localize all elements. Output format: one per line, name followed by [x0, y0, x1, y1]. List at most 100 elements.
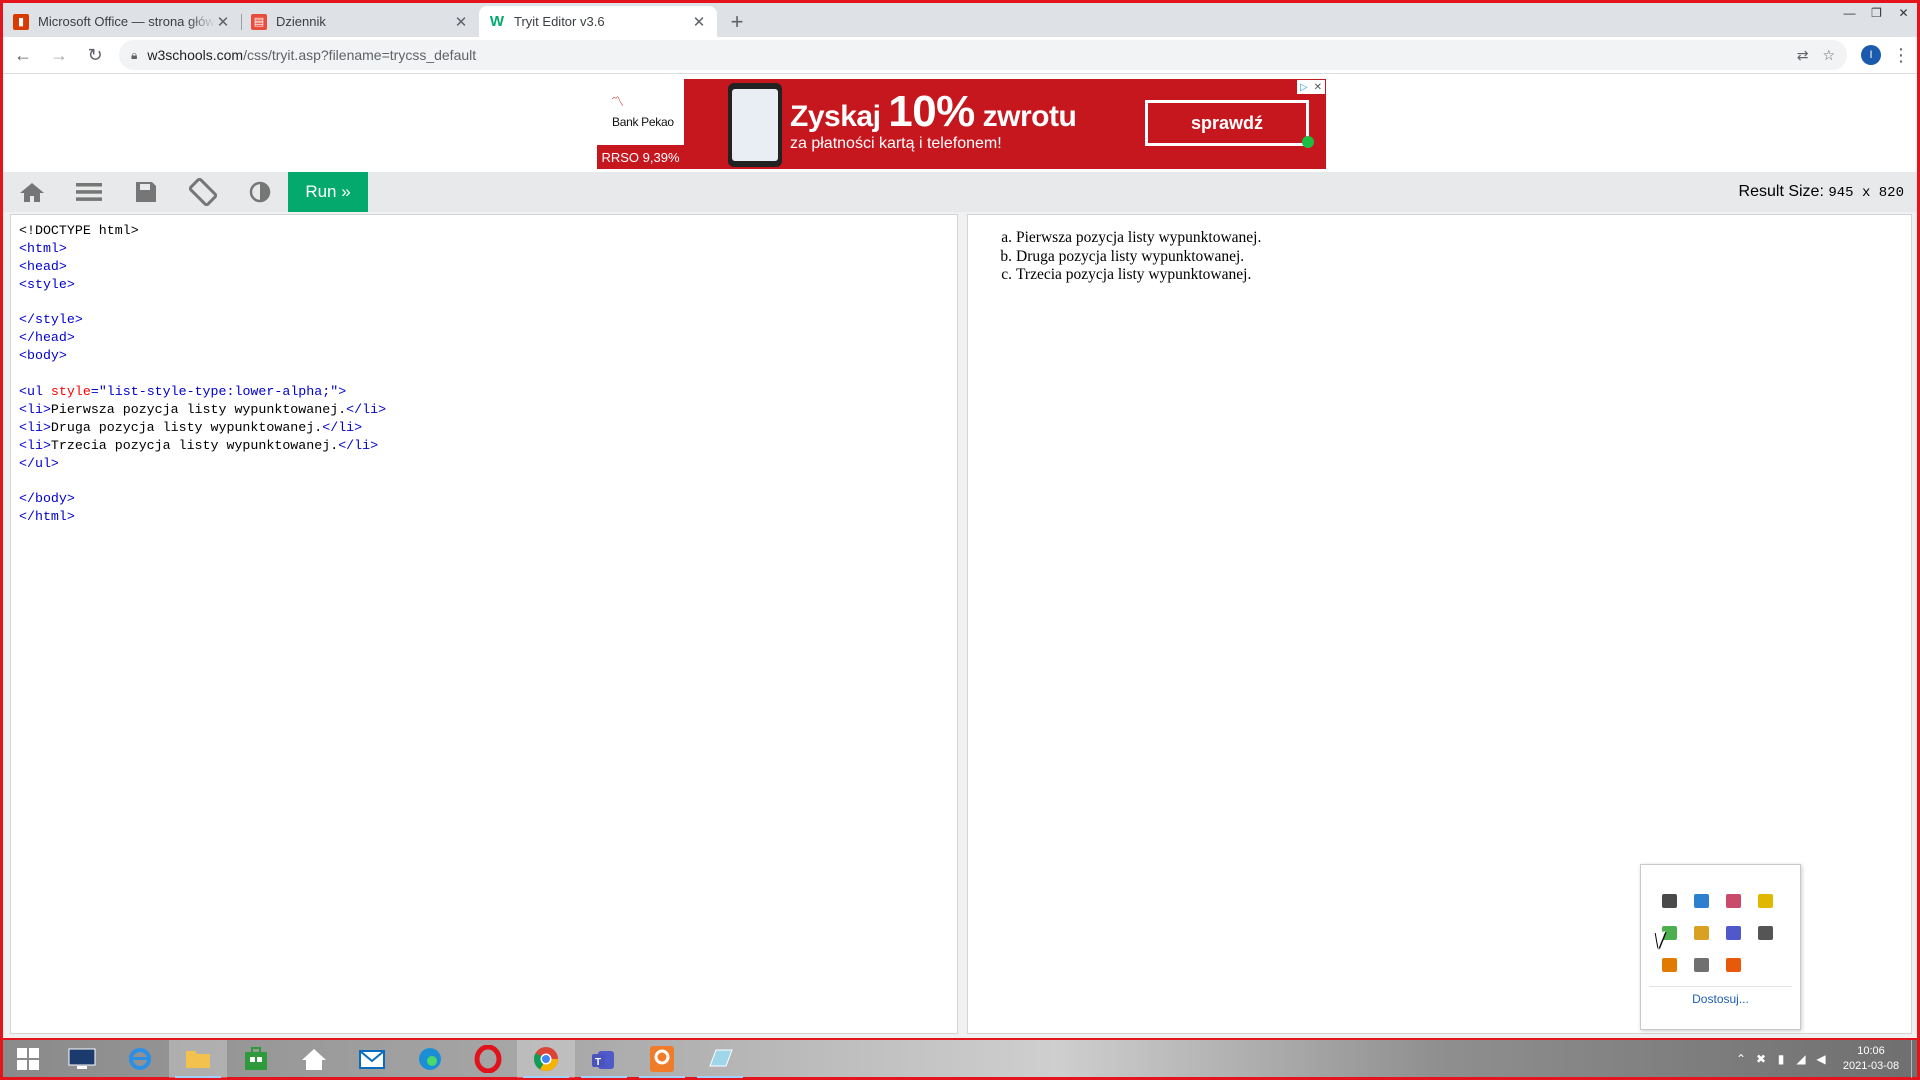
ad-copy: Zyskaj 10% zwrotu za płatności kartą i t… — [790, 79, 1077, 169]
code-token: <!DOCTYPE html> — [19, 223, 139, 238]
lenovo-vantage-icon[interactable] — [53, 1040, 111, 1078]
code-line[interactable]: <li>Pierwsza pozycja listy wypunktowanej… — [19, 401, 949, 419]
ad-headline-pct: 10% — [888, 87, 975, 136]
code-token: > — [338, 384, 347, 400]
rotate-layout-icon[interactable] — [174, 172, 231, 212]
hamburger-menu-icon[interactable] — [60, 172, 117, 212]
save-icon[interactable] — [117, 172, 174, 212]
code-line[interactable]: </body> — [19, 490, 949, 508]
code-line[interactable]: </head> — [19, 329, 949, 347]
code-line[interactable]: <li>Trzecia pozycja listy wypunktowanej.… — [19, 437, 949, 455]
back-icon[interactable]: ← — [7, 39, 39, 71]
profile-avatar[interactable]: I — [1861, 45, 1881, 65]
sync-icon[interactable] — [1749, 885, 1781, 917]
mail-icon[interactable] — [343, 1040, 401, 1078]
list-item-text: Druga pozycja listy wypunktowanej. — [1016, 247, 1245, 265]
file-explorer-icon[interactable] — [169, 1039, 227, 1078]
new-tab-button[interactable]: + — [721, 6, 753, 37]
clock[interactable]: 10:06 2021-03-08 — [1831, 1044, 1911, 1074]
signal-icon[interactable]: ◢ — [1791, 1052, 1811, 1066]
code-line[interactable] — [19, 294, 949, 312]
close-window-icon[interactable]: ✕ — [1890, 3, 1917, 23]
ad-choices-icon[interactable]: ▷ ✕ — [1297, 80, 1325, 94]
microsoft-store-icon[interactable] — [227, 1040, 285, 1078]
code-line[interactable]: <ul style="list-style-type:lower-alpha;"… — [19, 383, 949, 401]
chrome-icon[interactable] — [517, 1039, 575, 1078]
code-token: </li> — [346, 401, 387, 417]
teams-icon[interactable]: T — [575, 1040, 633, 1078]
customize-link[interactable]: Dostosuj... — [1641, 992, 1800, 1006]
minimize-icon[interactable]: — — [1836, 3, 1863, 23]
start-windows-icon[interactable] — [3, 1040, 53, 1078]
bookmark-star-icon[interactable]: ☆ — [1822, 47, 1835, 64]
code-line[interactable]: <head> — [19, 258, 949, 276]
code-line[interactable]: <li>Druga pozycja listy wypunktowanej.</… — [19, 419, 949, 437]
ad-headline-a: Zyskaj — [790, 100, 889, 133]
network-error-icon[interactable]: ✖ — [1751, 1052, 1771, 1066]
url-text[interactable]: w3schools.com/css/tryit.asp?filename=try… — [147, 47, 1782, 63]
package-icon[interactable] — [1685, 917, 1717, 949]
code-editor[interactable]: <!DOCTYPE html> <html> <head> <style> </styl… — [10, 214, 958, 1034]
code-line[interactable] — [19, 365, 949, 383]
address-bar[interactable]: 🔒︎ w3schools.com/css/tryit.asp?filename=… — [119, 40, 1847, 70]
code-token: Druga pozycja listy wypunktowanej. — [50, 419, 323, 435]
close-icon[interactable]: ✕ — [215, 13, 231, 31]
clock-time: 10:06 — [1857, 1044, 1885, 1057]
tab-tryit-editor[interactable]: W Tryit Editor v3.6 ✕ — [479, 6, 717, 37]
code-token: Pierwsza pozycja listy wypunktowanej. — [50, 401, 347, 417]
run-button[interactable]: Run » — [288, 172, 368, 212]
forward-icon[interactable]: → — [43, 39, 75, 71]
code-line[interactable] — [19, 472, 949, 490]
update-icon[interactable] — [1653, 949, 1685, 981]
network-drive-icon[interactable] — [1685, 885, 1717, 917]
bluetooth-like-icon[interactable] — [1717, 885, 1749, 917]
ad-cta-button[interactable]: sprawdź — [1145, 100, 1309, 146]
home-app-icon[interactable] — [285, 1040, 343, 1078]
result-x: x — [1853, 185, 1879, 201]
menu-icon[interactable]: ⋮ — [1891, 45, 1911, 66]
code-line[interactable]: </style> — [19, 311, 949, 329]
ad-subline: za płatności kartą i telefonem! — [790, 135, 1002, 152]
ad-banner[interactable]: 〽 Bank Pekao RRSO 9,39% Zyskaj 10% zwrot… — [597, 79, 1326, 169]
display-icon[interactable] — [1653, 885, 1685, 917]
result-size-label: Result Size: — [1738, 183, 1829, 200]
result-list: a. Pierwsza pozycja listy wypunktowanej. b… — [998, 229, 1911, 285]
code-token: style — [50, 384, 91, 400]
code-line[interactable]: <!DOCTYPE html> — [19, 222, 949, 240]
volume-icon[interactable]: ◀ — [1811, 1052, 1831, 1066]
tab-strip: ▮ Microsoft Office — strona główna ✕ ▤ D… — [3, 3, 1917, 37]
show-desktop-button[interactable] — [1911, 1039, 1917, 1078]
theme-toggle-icon[interactable] — [231, 172, 288, 212]
code-line[interactable]: <body> — [19, 347, 949, 365]
internet-explorer-icon[interactable] — [111, 1040, 169, 1078]
ad-dot-icon — [1302, 136, 1314, 148]
lock-icon[interactable]: 🔒︎ — [131, 48, 137, 63]
tab-dziennik[interactable]: ▤ Dziennik ✕ — [241, 6, 479, 37]
reload-icon[interactable]: ↻ — [79, 39, 111, 71]
code-line[interactable]: <style> — [19, 276, 949, 294]
device-icon[interactable] — [1749, 917, 1781, 949]
code-line[interactable]: <html> — [19, 240, 949, 258]
opera-icon[interactable] — [459, 1040, 517, 1078]
home-icon[interactable] — [3, 172, 60, 212]
edge-icon[interactable] — [401, 1040, 459, 1078]
tab-microsoft-office[interactable]: ▮ Microsoft Office — strona główna ✕ — [3, 6, 241, 37]
close-icon[interactable]: ✕ — [691, 13, 707, 31]
code-token: <style> — [19, 276, 75, 292]
code-token: <head> — [19, 258, 67, 274]
code-line[interactable]: </html> — [19, 508, 949, 526]
printer-icon[interactable] — [1685, 949, 1717, 981]
teams-icon[interactable] — [1717, 917, 1749, 949]
translate-icon[interactable]: ⇄ — [1797, 47, 1809, 64]
close-icon[interactable]: ✕ — [453, 13, 469, 31]
notepad-icon[interactable] — [691, 1040, 749, 1078]
code-line[interactable]: </ul> — [19, 455, 949, 473]
pdf-app-icon[interactable] — [633, 1040, 691, 1078]
bank-logo-icon: 〽 — [611, 94, 625, 109]
tray-icon-grid — [1653, 885, 1781, 981]
ad-bank-block: 〽 Bank Pekao RRSO 9,39% — [597, 79, 684, 169]
show-hidden-icons-icon[interactable]: ⌃ — [1731, 1052, 1751, 1066]
restore-icon[interactable]: ❐ — [1863, 3, 1890, 23]
app-orange-icon[interactable] — [1717, 949, 1749, 981]
battery-icon[interactable]: ▮ — [1771, 1052, 1791, 1066]
